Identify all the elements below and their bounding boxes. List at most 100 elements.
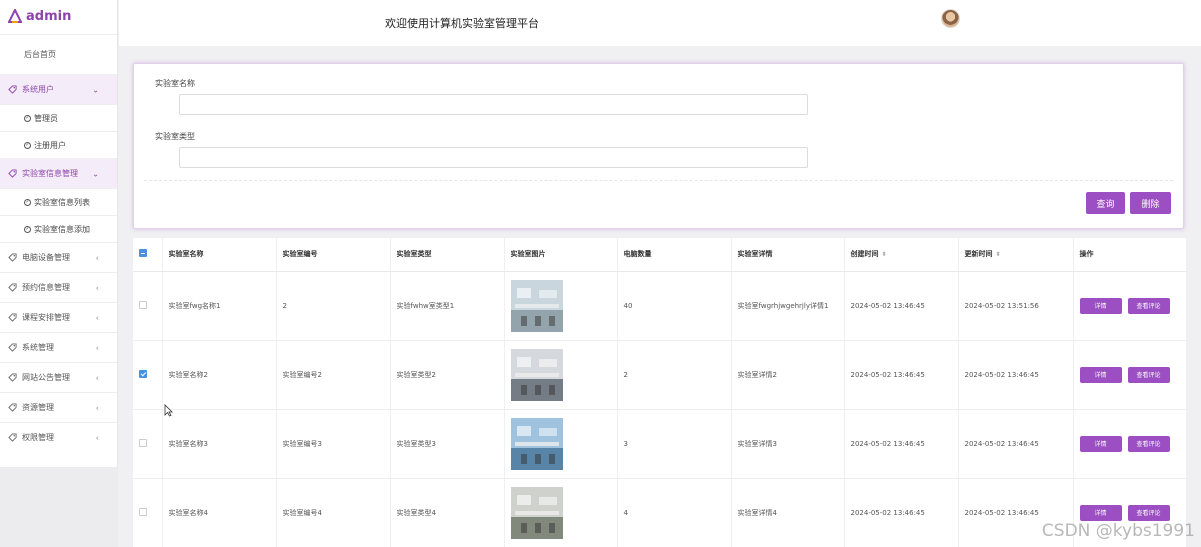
sidebar-subitem-label: 管理员: [34, 113, 58, 123]
detail-button[interactable]: 详情: [1079, 435, 1122, 452]
table-row: 实验室名称4 实验室编号4 实验室类型4 4 实验室详情4 2024-05-02 13:4…: [133, 478, 1187, 547]
column-header-sortable[interactable]: 创建时间 ⬍: [844, 238, 959, 272]
sidebar-item-label: 系统用户: [22, 85, 54, 94]
row-checkbox[interactable]: [139, 438, 147, 447]
sidebar-item-home[interactable]: 后台首页: [0, 34, 117, 74]
detail-button[interactable]: 详情: [1079, 504, 1122, 521]
sort-icon[interactable]: ⬍: [996, 251, 1001, 258]
lab-code-cell: 2: [276, 271, 391, 341]
column-header-label: 更新时间: [964, 250, 993, 259]
delete-button[interactable]: 删除: [1130, 192, 1171, 214]
created-time-cell: 2024-05-02 13:46:45: [844, 271, 959, 341]
lab-type-cell: 实验室类型4: [390, 478, 505, 547]
chevron-left-icon: ‹: [95, 433, 99, 442]
lab-photo-cell: [504, 478, 618, 547]
watermark: CSDN @kybs1991: [1041, 521, 1195, 541]
actions-cell: 详情 查看评论: [1073, 271, 1187, 341]
sidebar-subitem[interactable]: ✓ 管理员: [0, 104, 117, 131]
sidebar-item-label: 资源管理: [22, 403, 54, 412]
created-time-cell: 2024-05-02 13:46:45: [844, 340, 959, 410]
name-input[interactable]: [179, 94, 808, 115]
updated-time-cell: 2024-05-02 13:51:56: [958, 271, 1074, 341]
sidebar-item[interactable]: 课程安排管理 ‹: [0, 302, 117, 332]
sidebar-item-label: 预约信息管理: [22, 283, 70, 292]
computer-count-cell: 2: [617, 340, 732, 410]
sidebar-item[interactable]: 电脑设备管理 ‹: [0, 242, 117, 272]
column-header: 实验室名称: [162, 238, 277, 272]
lab-photo[interactable]: [510, 279, 563, 332]
row-checkbox[interactable]: [139, 300, 147, 309]
sidebar-item-label: 网站公告管理: [22, 373, 70, 382]
lab-photo[interactable]: [510, 348, 563, 401]
chevron-left-icon: ‹: [95, 373, 99, 382]
chevron-left-icon: ‹: [95, 253, 99, 262]
sidebar-subitem-label: 实验室信息添加: [34, 224, 90, 234]
select-cell: [133, 271, 163, 341]
check-circle-icon: ✓: [24, 198, 31, 206]
view-comments-button[interactable]: 查看评论: [1127, 435, 1170, 452]
table-row: 实验室名称2 实验室编号2 实验室类型2 2 实验室详情2 2024-05-02 13:4…: [133, 340, 1187, 410]
row-checkbox[interactable]: [139, 369, 147, 378]
row-checkbox[interactable]: [139, 507, 147, 516]
sidebar-item-label: 课程安排管理: [22, 313, 70, 322]
column-header: 实验室图片: [504, 238, 618, 272]
view-comments-button[interactable]: 查看评论: [1127, 297, 1170, 314]
lab-name-cell: 实验室fwg名称1: [162, 271, 277, 341]
select-cell: [133, 478, 163, 547]
type-input[interactable]: [179, 147, 808, 168]
lab-photo[interactable]: [510, 417, 563, 470]
lab-photo-cell: [504, 340, 618, 410]
logo-text: admin: [26, 8, 72, 24]
lab-type-cell: 实验fwhw室类型1: [390, 271, 505, 341]
select-all-checkbox[interactable]: [139, 249, 147, 258]
data-table-wrap: 实验室名称 实验室编号 实验室类型 实验室图片 电脑数量 实验室详情 创建时间 ⬍…: [133, 238, 1187, 547]
updated-time-cell: 2024-05-02 13:46:45: [958, 340, 1074, 410]
tag-icon: [8, 433, 17, 442]
detail-button[interactable]: 详情: [1079, 366, 1122, 383]
computer-count-cell: 3: [617, 409, 732, 479]
sidebar-item[interactable]: 实验室信息管理 ⌄: [0, 158, 117, 188]
tag-icon: [8, 343, 17, 352]
name-label: 实验室名称: [155, 79, 195, 88]
lab-detail-cell: 实验室详情3: [731, 409, 845, 479]
chevron-left-icon: ‹: [95, 403, 99, 412]
sidebar-subitem[interactable]: ✓ 注册用户: [0, 131, 117, 158]
computer-count-cell: 4: [617, 478, 732, 547]
detail-button[interactable]: 详情: [1079, 297, 1122, 314]
tag-icon: [8, 85, 17, 94]
view-comments-button[interactable]: 查看评论: [1127, 504, 1170, 521]
updated-time-cell: 2024-05-02 13:46:45: [958, 409, 1074, 479]
avatar[interactable]: [941, 9, 960, 28]
tag-icon: [8, 253, 17, 262]
column-header: 实验室详情: [731, 238, 845, 272]
sidebar-item[interactable]: 权限管理 ‹: [0, 422, 117, 452]
lab-name-cell: 实验室名称3: [162, 409, 277, 479]
lab-photo[interactable]: [510, 486, 563, 539]
column-header-sortable[interactable]: 更新时间 ⬍: [958, 238, 1074, 272]
type-label: 实验室类型: [155, 132, 195, 141]
sidebar-item[interactable]: 预约信息管理 ‹: [0, 272, 117, 302]
search-panel: 实验室名称 实验室类型 查询 删除: [133, 63, 1184, 229]
lab-type-cell: 实验室类型3: [390, 409, 505, 479]
sidebar-subitem[interactable]: ✓ 实验室信息列表: [0, 188, 117, 215]
column-header: 实验室编号: [276, 238, 391, 272]
sidebar-item-label: 实验室信息管理: [22, 169, 78, 178]
sidebar-footer: [0, 467, 118, 547]
query-button[interactable]: 查询: [1086, 192, 1125, 214]
view-comments-button[interactable]: 查看评论: [1127, 366, 1170, 383]
lab-name-cell: 实验室名称4: [162, 478, 277, 547]
sidebar-item[interactable]: 系统用户 ⌄: [0, 74, 117, 104]
logo[interactable]: admin: [0, 0, 117, 32]
chevron-left-icon: ‹: [95, 313, 99, 322]
sidebar-item[interactable]: 网站公告管理 ‹: [0, 362, 117, 392]
sidebar-item[interactable]: 资源管理 ‹: [0, 392, 117, 422]
sidebar-item[interactable]: 系统管理 ‹: [0, 332, 117, 362]
sidebar-item-label: 系统管理: [22, 343, 54, 352]
sort-icon[interactable]: ⬍: [882, 251, 887, 258]
column-header: 实验室类型: [390, 238, 505, 272]
lab-code-cell: 实验室编号4: [276, 478, 391, 547]
sidebar-subitem[interactable]: ✓ 实验室信息添加: [0, 215, 117, 242]
column-header: 操作: [1073, 238, 1187, 272]
sidebar-item-label: 后台首页: [24, 50, 56, 59]
mouse-cursor-icon: [164, 404, 173, 417]
